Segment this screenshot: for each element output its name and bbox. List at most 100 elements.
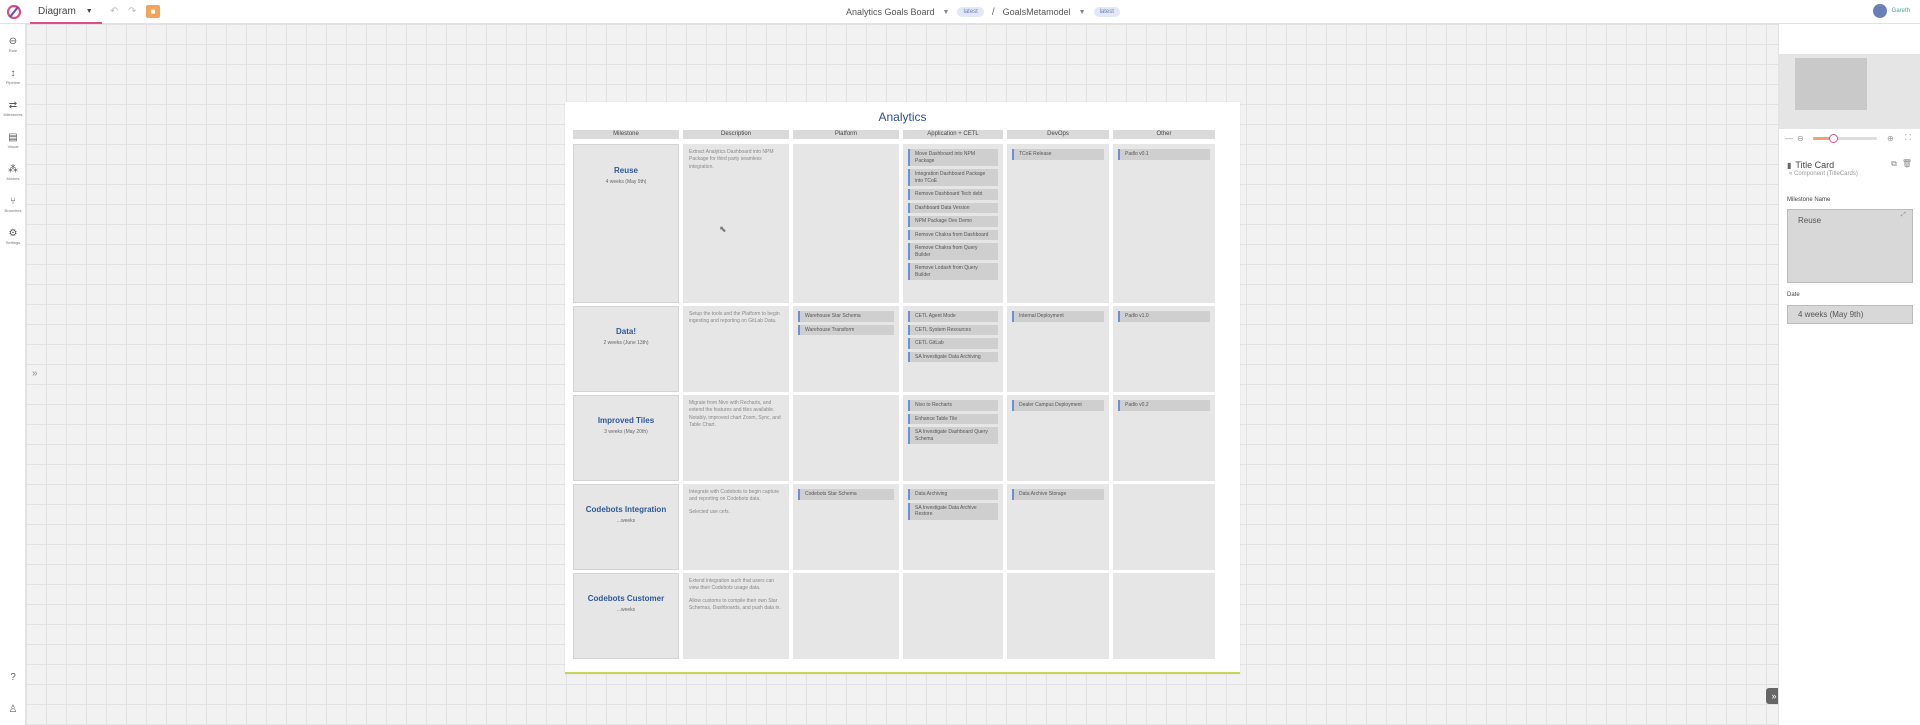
zoom-reset-icon[interactable]: — <box>1785 134 1793 143</box>
platform-cell[interactable] <box>793 395 899 481</box>
platform-cell[interactable]: Warehouse Star Schema Warehouse Transform <box>793 306 899 392</box>
analytics-board[interactable]: Analytics Milestone Description Platform Ap… <box>565 102 1240 674</box>
platform-cell[interactable]: Codebots Star Schema <box>793 484 899 570</box>
user-icon[interactable]: ♙ <box>0 704 26 715</box>
rail-item-role[interactable]: ⊖ Role <box>0 36 26 53</box>
task-card[interactable]: TCoE Release <box>1012 149 1104 160</box>
application-cell[interactable] <box>903 573 1003 659</box>
other-cell[interactable]: Padlo v0.2 <box>1113 395 1215 481</box>
board-version-badge[interactable]: latest <box>957 7 984 17</box>
delete-icon[interactable]: 🗑 <box>1902 159 1912 169</box>
zoom-slider[interactable] <box>1813 134 1877 143</box>
rail-label: Role <box>8 48 18 53</box>
task-card[interactable]: Remove Chakra from Dashboard <box>908 229 998 240</box>
devops-cell[interactable]: Dealer Campus Deployment <box>1007 395 1109 481</box>
rail-item-settings[interactable]: ⚙ Settings <box>0 228 26 245</box>
task-card[interactable]: Data Archive Storage <box>1012 489 1104 500</box>
application-cell[interactable]: Data Archiving SA Investigate Data Archiv… <box>903 484 1003 570</box>
rail-item-milestones[interactable]: ⇄ Milestones <box>0 100 26 117</box>
other-cell[interactable]: Padlo v1.0 <box>1113 306 1215 392</box>
date-field[interactable] <box>1787 305 1913 324</box>
zoom-slider-handle[interactable] <box>1829 134 1839 143</box>
description-cell[interactable]: Integrate with Codebots to begin capture… <box>683 484 789 570</box>
rail-item-branches[interactable]: ⑂ Branches <box>0 196 26 213</box>
task-card[interactable]: Padlo v0.1 <box>1118 149 1210 160</box>
avatar[interactable] <box>1872 4 1887 18</box>
milestone-name: Data! <box>615 327 636 336</box>
milestone-name-field[interactable]: Reuse <box>1787 209 1913 283</box>
task-card[interactable]: Remove Dashboard Tech debt <box>908 189 998 200</box>
description-cell[interactable]: Setup the tools and the Platform to begi… <box>683 306 789 392</box>
task-card[interactable]: Codebots Star Schema <box>798 489 894 500</box>
user-menu[interactable]: Gareth <box>1872 4 1910 18</box>
model-selector[interactable]: GoalsMetamodel <box>1003 7 1071 17</box>
redo-icon[interactable]: ↷ <box>128 6 136 17</box>
description-cell[interactable]: Migrate from Nivo with Recharts, and ext… <box>683 395 789 481</box>
help-icon[interactable]: ? <box>0 672 26 683</box>
milestone-title-card[interactable]: Reuse 4 weeks (May 9th) <box>573 144 679 303</box>
task-card[interactable]: NPM Package Dev Demo <box>908 216 998 227</box>
task-card[interactable]: Integration Dashboard Package into TCoE <box>908 169 998 186</box>
application-cell[interactable]: Move Dashboard into NPM Package Integrati… <box>903 144 1003 303</box>
task-card[interactable]: SA Investigate Data Archive Restore <box>908 502 998 520</box>
task-card[interactable]: Dealer Campus Deployment <box>1012 400 1104 411</box>
view-select[interactable]: Diagram ▼ <box>30 0 102 24</box>
undo-icon[interactable]: ↶ <box>110 6 118 17</box>
description-cell[interactable]: Extend integration such that users can v… <box>683 573 789 659</box>
task-card[interactable]: Dashboard Data Version <box>908 202 998 213</box>
expand-field-icon[interactable]: ⤢ <box>1901 212 1906 219</box>
task-card[interactable]: CETL System Resources <box>908 324 998 335</box>
other-cell[interactable] <box>1113 573 1215 659</box>
task-card[interactable]: Warehouse Transform <box>798 324 894 335</box>
milestone-title-card[interactable]: Codebots Customer ...weeks <box>573 573 679 659</box>
task-card[interactable]: SA Investigate Data Archiving <box>908 351 998 362</box>
task-card[interactable]: Internal Deployment <box>1012 311 1104 322</box>
rail-item-models[interactable]: ⁂ Models <box>0 164 26 181</box>
fit-screen-icon[interactable]: ⛶ <box>1905 133 1911 143</box>
zoom-out-icon[interactable]: ⊖ <box>1797 134 1804 143</box>
other-cell[interactable]: Padlo v0.1 <box>1113 144 1215 303</box>
chevron-down-icon[interactable]: ▼ <box>1079 9 1086 16</box>
milestone-title-card[interactable]: Improved Tiles 3 weeks (May 20th) <box>573 395 679 481</box>
task-card[interactable]: Remove Lodash from Query Builder <box>908 263 998 280</box>
settings-icon: ⚙ <box>8 228 18 239</box>
application-cell[interactable]: Nivo to Recharts Enhance Table Tile SA Inv… <box>903 395 1003 481</box>
description-cell[interactable]: Extract Analytics Dashboard into NPM Pac… <box>683 144 789 303</box>
task-card[interactable]: Data Archiving <box>908 489 998 500</box>
lock-icon[interactable]: ■ <box>146 5 160 18</box>
task-card[interactable]: CETL Agent Mode <box>908 311 998 322</box>
description-text: Migrate from Nivo with Recharts, and ext… <box>689 400 781 428</box>
milestone-title-card[interactable]: Data! 2 weeks (June 13th) <box>573 306 679 392</box>
task-card[interactable]: SA Investigate Dashboard Query Schema <box>908 427 998 444</box>
task-card[interactable]: Warehouse Star Schema <box>798 311 894 322</box>
task-card[interactable]: Padlo v0.2 <box>1118 400 1210 411</box>
devops-cell[interactable]: Internal Deployment <box>1007 306 1109 392</box>
task-card[interactable]: Nivo to Recharts <box>908 400 998 411</box>
rail-label: Milestones <box>3 112 23 117</box>
board-selector[interactable]: Analytics Goals Board <box>846 7 935 17</box>
card-list: Data Archive Storage <box>1007 484 1109 505</box>
application-cell[interactable]: CETL Agent Mode CETL System Resources CETL… <box>903 306 1003 392</box>
chevron-down-icon[interactable]: ▼ <box>943 9 950 16</box>
milestone-title-card[interactable]: Codebots Integration ...weeks <box>573 484 679 570</box>
task-card[interactable]: Padlo v1.0 <box>1118 311 1210 322</box>
rail-item-visual[interactable]: ▤ Visual <box>0 132 26 149</box>
task-card[interactable]: Remove Chakra from Query Builder <box>908 243 998 260</box>
task-card[interactable]: Enhance Table Tile <box>908 413 998 424</box>
task-card[interactable]: Move Dashboard into NPM Package <box>908 149 998 166</box>
platform-cell[interactable] <box>793 144 899 303</box>
copy-icon[interactable]: ⧉ <box>1891 159 1897 169</box>
devops-cell[interactable]: Data Archive Storage <box>1007 484 1109 570</box>
rail-item-pipeline[interactable]: ↕ Pipeline <box>0 68 26 85</box>
zoom-in-icon[interactable]: ⊕ <box>1887 134 1894 143</box>
other-cell[interactable] <box>1113 484 1215 570</box>
minimap-viewport[interactable] <box>1795 58 1867 110</box>
model-version-badge[interactable]: latest <box>1093 7 1120 17</box>
task-card[interactable]: CETL GitLab <box>908 338 998 349</box>
devops-cell[interactable]: TCoE Release <box>1007 144 1109 303</box>
app-logo-icon[interactable] <box>6 4 22 20</box>
minimap[interactable] <box>1779 54 1920 129</box>
devops-cell[interactable] <box>1007 573 1109 659</box>
expand-left-icon[interactable]: » <box>32 368 38 379</box>
platform-cell[interactable] <box>793 573 899 659</box>
